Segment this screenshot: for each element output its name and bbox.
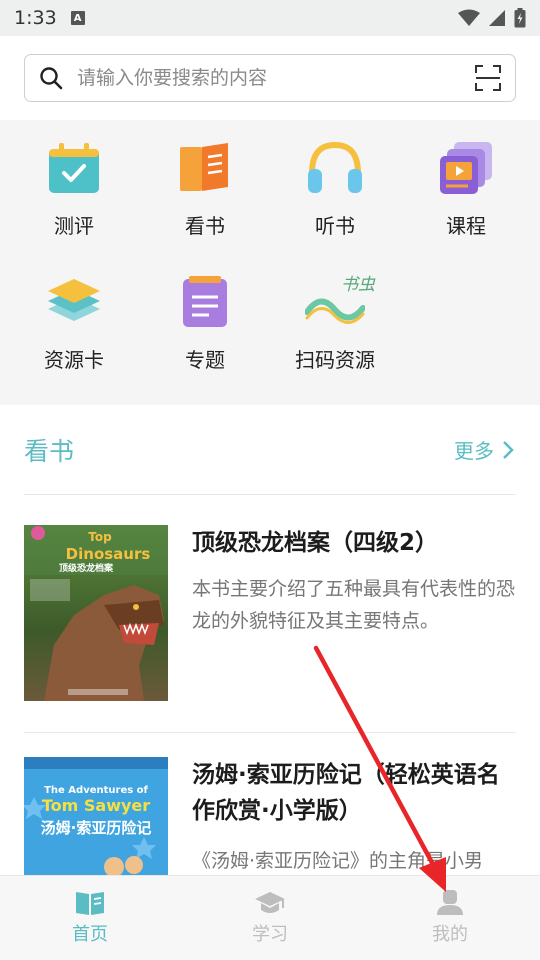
book-item[interactable]: Top Dinosaurs 顶级恐龙档案 顶级恐龙档案（四级2） 本书主要介绍了…: [24, 525, 516, 702]
more-label: 更多: [454, 439, 494, 463]
book-title: 顶级恐龙档案（四级2）: [192, 530, 439, 556]
svg-text:顶级恐龙档案: 顶级恐龙档案: [59, 562, 114, 574]
nav-profile[interactable]: 我的: [360, 876, 540, 960]
grid-item-courses[interactable]: 课程: [411, 138, 521, 239]
bookworm-logo-icon: 书虫: [305, 272, 375, 332]
grid-item-audiobooks[interactable]: 听书: [280, 138, 390, 239]
grid-label: 扫码资源: [295, 348, 375, 372]
function-grid: 测评 看书 听书 课程 资源卡 专题 书虫 扫码资源: [0, 120, 540, 405]
svg-text:Top: Top: [88, 530, 112, 544]
status-indicators: [458, 8, 526, 28]
svg-text:Dinosaurs: Dinosaurs: [66, 545, 151, 563]
book-home-icon: [76, 892, 104, 915]
nav-study[interactable]: 学习: [180, 876, 360, 960]
signal-icon: [489, 10, 505, 26]
book-cover: Top Dinosaurs 顶级恐龙档案: [24, 525, 168, 701]
svg-text:Tom Sawyer: Tom Sawyer: [42, 796, 150, 815]
open-book-icon: [175, 138, 235, 198]
status-time: 1:33: [14, 7, 57, 29]
search-bar[interactable]: [24, 54, 516, 102]
chevron-right-icon: [503, 440, 514, 459]
grid-label: 测评: [54, 214, 94, 238]
grid-item-assessment[interactable]: 测评: [19, 138, 129, 239]
svg-text:汤姆·索亚历险记: 汤姆·索亚历险记: [41, 819, 152, 837]
search-input[interactable]: [77, 67, 475, 89]
grid-label: 课程: [446, 214, 486, 238]
svg-text:The Adventures of: The Adventures of: [44, 785, 148, 796]
search-icon: [40, 67, 63, 90]
grid-item-resource-card[interactable]: 资源卡: [19, 272, 129, 373]
grid-label: 专题: [185, 348, 225, 372]
book-description: 本书主要介绍了五种最具有代表性的恐龙的外貌特征及其主要特点。: [192, 578, 516, 632]
layers-icon: [44, 272, 104, 332]
more-button[interactable]: 更多: [454, 435, 516, 464]
nav-label: 学习: [252, 924, 288, 945]
section-header: 看书 更多: [24, 405, 516, 495]
grid-label: 资源卡: [44, 348, 104, 372]
user-icon: [437, 890, 463, 915]
headphones-icon: [305, 138, 365, 198]
scan-icon[interactable]: [475, 65, 501, 91]
notification-icon: A: [70, 11, 85, 25]
nav-label: 我的: [432, 924, 468, 945]
bottom-navigation: 首页 学习 我的: [0, 875, 540, 960]
book-cover: The Adventures of Tom Sawyer 汤姆·索亚历险记: [24, 757, 168, 875]
battery-icon: [514, 8, 526, 28]
video-course-icon: [436, 138, 496, 198]
search-area: [0, 36, 540, 120]
divider: [24, 732, 516, 733]
status-bar: 1:33 A: [0, 0, 540, 36]
section-title: 看书: [24, 436, 75, 466]
wifi-icon: [458, 9, 480, 26]
book-description: 《汤姆·索亚历险记》的主角是小男: [192, 850, 484, 872]
grid-item-topics[interactable]: 专题: [150, 272, 260, 373]
nav-home[interactable]: 首页: [0, 876, 180, 960]
book-item[interactable]: The Adventures of Tom Sawyer 汤姆·索亚历险记 汤姆…: [24, 757, 516, 875]
grid-label: 听书: [315, 214, 355, 238]
notepad-icon: [175, 272, 235, 332]
grid-item-read-books[interactable]: 看书: [150, 138, 260, 239]
nav-label: 首页: [72, 924, 108, 945]
book-title: 汤姆·索亚历险记（轻松英语名作欣赏·小学版）: [192, 762, 500, 824]
bookworm-logo-text: 书虫: [341, 275, 375, 295]
calendar-check-icon: [44, 138, 104, 198]
grid-label: 看书: [185, 214, 225, 238]
graduation-cap-icon: [255, 892, 285, 913]
grid-item-scan-resource[interactable]: 书虫 扫码资源: [280, 272, 390, 373]
